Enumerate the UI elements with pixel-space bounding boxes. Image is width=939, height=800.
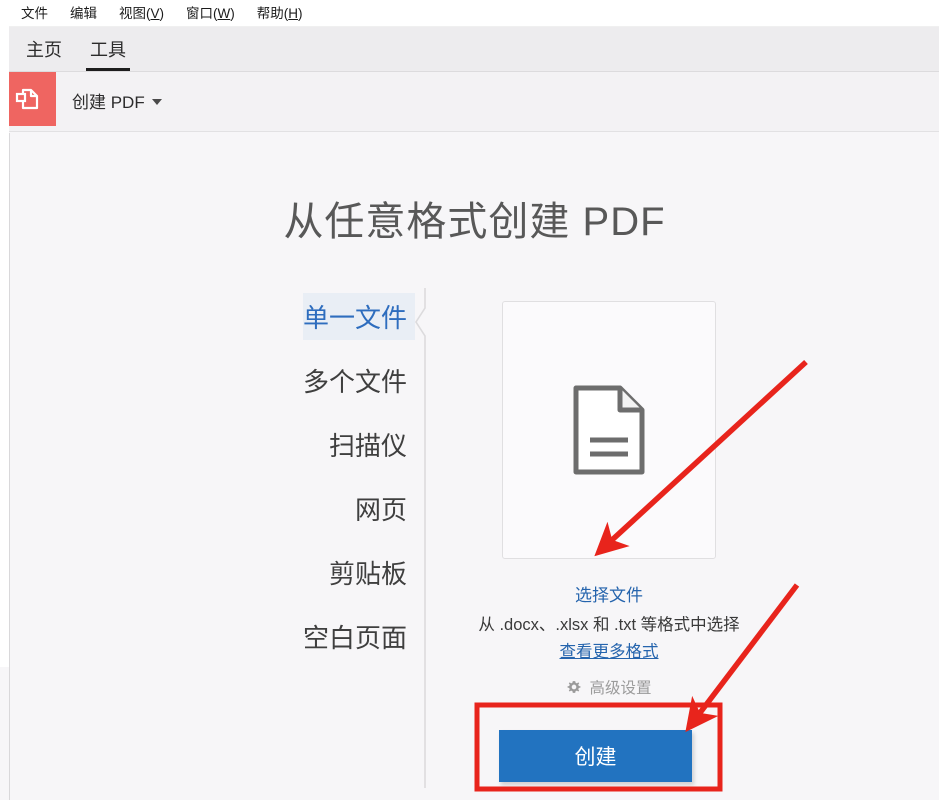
create-pdf-button[interactable]: 创建 PDF — [72, 88, 162, 113]
page-title: 从任意格式创建 PDF — [10, 189, 939, 247]
gear-icon — [566, 679, 582, 695]
document-file-icon — [568, 382, 650, 478]
advanced-settings-button[interactable]: 高级设置 — [402, 676, 816, 698]
chevron-down-icon[interactable] — [152, 99, 162, 105]
tab-home[interactable]: 主页 — [12, 36, 76, 71]
toolbar: 创建 PDF — [0, 72, 939, 132]
create-button[interactable]: 创建 — [499, 730, 692, 782]
tab-strip: 主页 工具 — [0, 27, 939, 72]
content-area: 从任意格式创建 PDF 单一文件 多个文件 扫描仪 网页 剪贴板 空白页面 — [9, 133, 939, 800]
menu-item-window[interactable]: 窗口(W) — [175, 0, 246, 27]
create-pdf-glyph — [13, 83, 43, 115]
format-hint-text: 从 .docx、.xlsx 和 .txt 等格式中选择 — [402, 611, 816, 635]
source-type-list: 单一文件 多个文件 扫描仪 网页 剪贴板 空白页面 — [190, 293, 415, 677]
sidebar-item-multiple-files[interactable]: 多个文件 — [190, 357, 415, 404]
select-file-link[interactable]: 选择文件 — [502, 581, 716, 606]
advanced-settings-label: 高级设置 — [589, 676, 651, 698]
sidebar-item-blank-page[interactable]: 空白页面 — [190, 613, 415, 660]
menu-bar: 文件 编辑 视图(V) 窗口(W) 帮助(H) — [0, 0, 939, 27]
menu-item-edit[interactable]: 编辑 — [59, 0, 108, 27]
menu-item-view[interactable]: 视图(V) — [108, 0, 175, 27]
sidebar-item-single-file[interactable]: 单一文件 — [303, 293, 415, 340]
view-more-formats-link[interactable]: 查看更多格式 — [402, 638, 816, 662]
menu-item-file[interactable]: 文件 — [10, 0, 59, 27]
divider-line — [415, 288, 439, 788]
tab-tools[interactable]: 工具 — [76, 36, 140, 71]
sidebar-item-clipboard[interactable]: 剪贴板 — [190, 549, 415, 596]
menu-item-help[interactable]: 帮助(H) — [246, 0, 314, 27]
file-dropzone[interactable] — [502, 301, 716, 559]
application-window: 文件 编辑 视图(V) 窗口(W) 帮助(H) 主页 工具 创建 PDF 从任意… — [0, 0, 939, 800]
panel-divider — [415, 288, 439, 788]
left-rail — [0, 0, 9, 667]
sidebar-item-scanner[interactable]: 扫描仪 — [190, 421, 415, 468]
sidebar-item-webpage[interactable]: 网页 — [190, 485, 415, 532]
